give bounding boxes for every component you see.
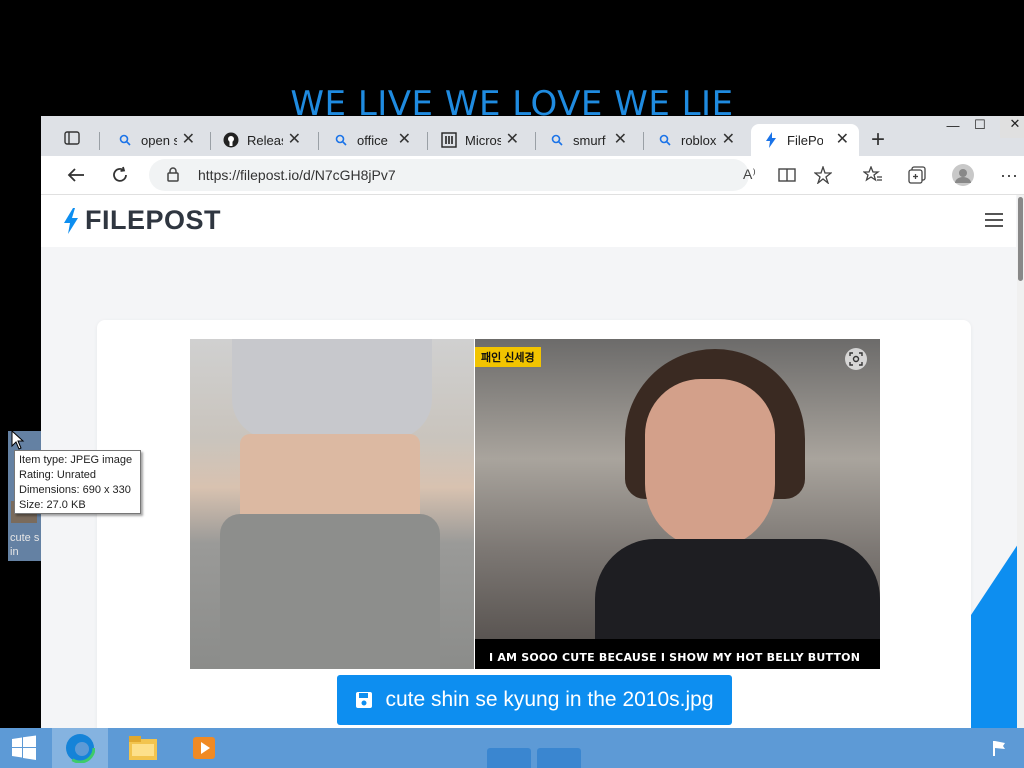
tab-close-icon[interactable]: ✕	[398, 132, 411, 148]
tab-label: Micros	[465, 132, 501, 148]
windows-logo-icon	[12, 735, 36, 760]
file-card: 패인 신세경 I AM SOOO CUTE BECAUSE I SHOW MY …	[97, 320, 971, 728]
tab-strip: open s ✕ Releas ✕ office ✕ Micros ✕ smur…	[41, 116, 1024, 156]
tab-separator	[318, 132, 319, 150]
bolt-icon	[763, 132, 779, 148]
profile-avatar[interactable]	[952, 164, 974, 186]
more-menu-icon[interactable]: ···	[998, 164, 1020, 186]
browser-window: open s ✕ Releas ✕ office ✕ Micros ✕ smur…	[41, 116, 1024, 728]
tab-close-icon[interactable]: ✕	[182, 132, 195, 148]
tab-office[interactable]: office ✕	[321, 124, 421, 156]
url-text: https://filepost.io/d/N7cGH8jPv7	[198, 167, 396, 183]
read-aloud-icon[interactable]: A⁾	[743, 166, 756, 183]
folder-icon	[129, 736, 157, 760]
tooltip-rating: Rating: Unrated	[19, 469, 97, 481]
media-player-icon	[193, 737, 215, 759]
github-icon	[223, 132, 239, 148]
tab-label: Releas	[247, 132, 283, 148]
tab-filepost[interactable]: FilePo ✕	[751, 124, 859, 156]
tooltip-dimensions: Dimensions: 690 x 330	[19, 484, 131, 496]
address-bar[interactable]: https://filepost.io/d/N7cGH8jPv7 A⁾	[149, 159, 756, 191]
refresh-icon	[113, 166, 127, 182]
page-content: FILEPOST 패인 신세경 I AM SOOO CUTE BECAUSE I…	[41, 195, 1024, 728]
back-arrow-icon	[67, 168, 84, 182]
tab-separator	[427, 132, 428, 150]
mouse-cursor-icon	[11, 430, 25, 450]
bolt-logo-icon	[64, 207, 78, 234]
action-center-icon[interactable]	[984, 728, 1014, 768]
hamburger-menu-icon[interactable]	[985, 213, 1003, 227]
new-tab-button[interactable]: +	[871, 128, 885, 152]
taskbar-edge-button[interactable]	[52, 728, 108, 768]
bank-icon	[441, 132, 457, 148]
visual-search-icon[interactable]	[845, 348, 867, 370]
search-icon	[117, 132, 133, 148]
search-icon	[549, 132, 565, 148]
tab-label: roblox	[681, 132, 717, 148]
tab-separator	[99, 132, 100, 150]
tv-caption-badge: 패인 신세경	[475, 347, 541, 367]
minimize-button[interactable]: —	[938, 118, 968, 140]
tab-close-icon[interactable]: ✕	[288, 132, 301, 148]
photo-left	[190, 339, 474, 669]
tab-close-icon[interactable]: ✕	[614, 132, 627, 148]
logo-text: FILEPOST	[85, 205, 222, 235]
image-caption: I AM SOOO CUTE BECAUSE I SHOW MY HOT BEL…	[489, 651, 861, 664]
tab-close-icon[interactable]: ✕	[722, 132, 735, 148]
tab-microsoft[interactable]: Micros ✕	[429, 124, 529, 156]
tab-open-s[interactable]: open s ✕	[105, 124, 205, 156]
search-icon	[657, 132, 673, 148]
tab-separator	[535, 132, 536, 150]
site-logo[interactable]: FILEPOST	[63, 205, 221, 236]
tab-close-icon[interactable]: ✕	[836, 132, 849, 148]
tab-label: office	[357, 132, 388, 148]
download-filename: cute shin se kyung in the 2010s.jpg	[385, 688, 714, 711]
refresh-button[interactable]	[109, 164, 131, 186]
tab-separator	[643, 132, 644, 150]
tab-label: smurf	[573, 132, 606, 148]
taskbar	[0, 728, 1024, 768]
tab-releases[interactable]: Releas ✕	[211, 124, 311, 156]
tab-label: open s	[141, 132, 177, 148]
taskbar-file-explorer-button[interactable]	[115, 728, 171, 768]
desktop-banner-text: WE LIVE WE LOVE WE LIE	[290, 84, 734, 120]
close-window-button[interactable]: ✕	[1000, 116, 1024, 138]
add-favorite-icon[interactable]	[812, 164, 834, 186]
immersive-reader-icon[interactable]	[776, 164, 798, 186]
save-icon	[356, 692, 373, 708]
scrollbar-thumb[interactable]	[1018, 197, 1023, 281]
image-preview[interactable]: 패인 신세경 I AM SOOO CUTE BECAUSE I SHOW MY …	[190, 339, 880, 669]
tooltip-item-type: Item type: JPEG image	[19, 454, 133, 466]
site-header: FILEPOST	[41, 195, 1016, 247]
page-nav-arrows[interactable]	[487, 748, 587, 768]
tab-actions-icon	[64, 131, 80, 145]
tab-close-icon[interactable]: ✕	[506, 132, 519, 148]
edge-icon	[65, 733, 95, 763]
back-button[interactable]	[65, 164, 87, 186]
collections-icon[interactable]	[906, 164, 928, 186]
caption-strip: I AM SOOO CUTE BECAUSE I SHOW MY HOT BEL…	[475, 639, 880, 669]
download-button[interactable]: cute shin se kyung in the 2010s.jpg	[337, 675, 732, 725]
page-scrollbar[interactable]	[1017, 195, 1024, 728]
search-icon	[333, 132, 349, 148]
maximize-button[interactable]: ☐	[965, 117, 995, 139]
file-tooltip: Item type: JPEG image Rating: Unrated Di…	[14, 450, 141, 514]
tooltip-size: Size: 27.0 KB	[19, 499, 86, 511]
tab-label: FilePo	[787, 132, 823, 148]
photo-right: 패인 신세경	[475, 339, 880, 639]
tab-smurf[interactable]: smurf ✕	[537, 124, 637, 156]
lock-icon	[167, 167, 179, 187]
desktop-icon-label: cute s in	[10, 532, 40, 558]
start-button[interactable]	[0, 728, 48, 768]
favorites-icon[interactable]	[862, 164, 884, 186]
tab-actions-button[interactable]	[55, 125, 89, 151]
browser-toolbar: https://filepost.io/d/N7cGH8jPv7 A⁾ ···	[41, 156, 1024, 195]
tab-roblox[interactable]: roblox ✕	[645, 124, 745, 156]
taskbar-media-player-button[interactable]	[176, 728, 232, 768]
